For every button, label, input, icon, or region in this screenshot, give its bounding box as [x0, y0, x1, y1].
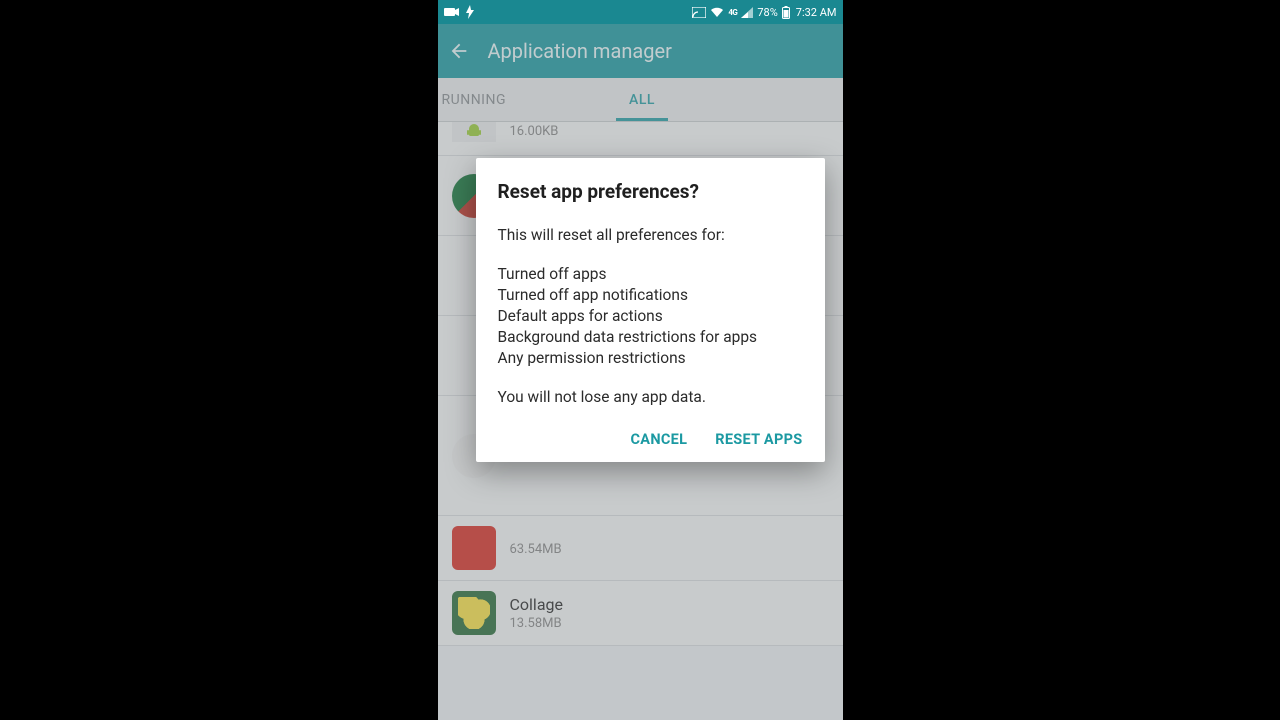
battery-percent: 78%: [757, 6, 777, 19]
bolt-icon: [466, 5, 474, 19]
network-4g-icon: 4G: [728, 8, 737, 17]
dialog-footer: You will not lose any app data.: [498, 387, 803, 408]
signal-icon: [741, 7, 753, 18]
reset-apps-button[interactable]: RESET APPS: [715, 431, 802, 448]
clock-text: 7:32 AM: [796, 6, 837, 19]
cancel-button[interactable]: CANCEL: [631, 431, 688, 448]
dialog-intro: This will reset all preferences for:: [498, 225, 803, 246]
phone-screen: 4G 78% 7:32 AM Application manager RUNNI…: [438, 0, 843, 720]
reset-preferences-dialog: Reset app preferences? This will reset a…: [476, 158, 825, 462]
wifi-icon: [710, 7, 724, 18]
status-bar: 4G 78% 7:32 AM: [438, 0, 843, 24]
dialog-title: Reset app preferences?: [498, 180, 803, 203]
camera-icon: [444, 7, 460, 17]
dialog-items: Turned off apps Turned off app notificat…: [498, 264, 803, 369]
battery-icon: [782, 6, 790, 19]
dialog-actions: CANCEL RESET APPS: [498, 431, 803, 448]
cast-icon: [692, 7, 706, 18]
